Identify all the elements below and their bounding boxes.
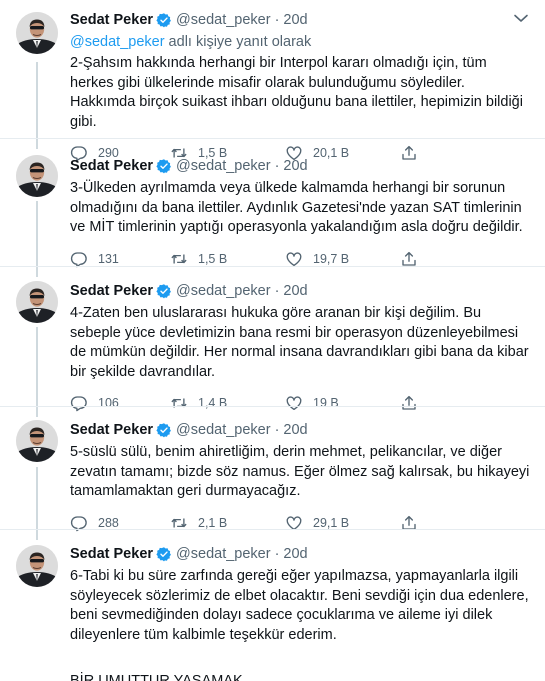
verified-badge-icon	[156, 283, 172, 299]
thread-line	[36, 530, 38, 540]
verified-badge-icon	[156, 12, 172, 28]
separator-dot: ·	[274, 546, 280, 562]
thread-line	[36, 267, 38, 277]
tweet-text: 6-Tabi ki bu süre zarfında gereği eğer y…	[70, 568, 529, 643]
author-name[interactable]: Sedat Peker	[70, 283, 153, 299]
author-name[interactable]: Sedat Peker	[70, 12, 153, 28]
verified-badge-icon	[156, 546, 172, 562]
author-handle[interactable]: @sedat_peker	[176, 422, 271, 438]
thread-line	[36, 139, 38, 149]
separator-dot: ·	[274, 422, 280, 438]
tweet-text: 3-Ülkeden ayrılmamda veya ülkede kalmamd…	[70, 180, 523, 235]
tweet-time[interactable]: 20d	[283, 12, 307, 28]
thread-line	[36, 62, 38, 138]
tweet[interactable]: Sedat Peker @sedat_peker · 20d 4-Zaten b…	[0, 266, 545, 406]
tweet-header: Sedat Peker @sedat_peker · 20d	[70, 544, 531, 564]
tweet-text: 4-Zaten ben uluslararası hukuka göre ara…	[70, 305, 529, 380]
separator-dot: ·	[274, 283, 280, 299]
avatar[interactable]	[16, 420, 58, 462]
avatar[interactable]	[16, 281, 58, 323]
tweet-header: Sedat Peker @sedat_peker · 20d	[70, 156, 531, 176]
tweet-time[interactable]: 20d	[283, 158, 307, 174]
reply-mention-link[interactable]: @sedat_peker	[70, 34, 165, 50]
tweet[interactable]: Sedat Peker @sedat_peker · 20d 6-Tabi ki…	[0, 529, 545, 681]
separator-dot: ·	[274, 158, 280, 174]
thread-line	[36, 327, 38, 407]
avatar[interactable]	[16, 155, 58, 197]
thread-line	[36, 467, 38, 530]
tweet-text: 5-süslü sülü, benim ahiretliğim, derin m…	[70, 444, 530, 499]
tweet[interactable]: Sedat Peker @sedat_peker · 20d @sedat_pe…	[0, 0, 545, 138]
replying-to-text: adlı kişiye yanıt olarak	[164, 34, 312, 50]
share-button[interactable]	[400, 250, 428, 268]
more-options-icon[interactable]	[511, 8, 531, 28]
tweet-time[interactable]: 20d	[283, 546, 307, 562]
reply-button[interactable]: 131	[70, 250, 170, 268]
reply-icon	[70, 250, 88, 268]
timeline: Sedat Peker @sedat_peker · 20d @sedat_pe…	[0, 0, 545, 681]
verified-badge-icon	[156, 158, 172, 174]
retweet-button[interactable]: 1,5 B	[170, 250, 285, 268]
tweet-text: 2-Şahsım hakkında herhangi bir Interpol …	[70, 55, 523, 130]
heart-icon	[285, 250, 303, 268]
retweet-count: 1,5 B	[198, 251, 228, 266]
tweet-header: Sedat Peker @sedat_peker · 20d	[70, 281, 531, 301]
author-name[interactable]: Sedat Peker	[70, 546, 153, 562]
reply-count: 131	[98, 251, 119, 266]
thread-line	[36, 201, 38, 267]
avatar[interactable]	[16, 12, 58, 54]
tweet-header: Sedat Peker @sedat_peker · 20d	[70, 10, 531, 30]
tweet-time[interactable]: 20d	[283, 422, 307, 438]
author-name[interactable]: Sedat Peker	[70, 158, 153, 174]
tweet-time[interactable]: 20d	[283, 283, 307, 299]
author-name[interactable]: Sedat Peker	[70, 422, 153, 438]
like-button[interactable]: 19,7 B	[285, 250, 400, 268]
reply-count: 288	[98, 515, 119, 530]
retweet-icon	[170, 250, 188, 268]
avatar[interactable]	[16, 545, 58, 587]
author-handle[interactable]: @sedat_peker	[176, 12, 271, 28]
verified-badge-icon	[156, 422, 172, 438]
tweet[interactable]: Sedat Peker @sedat_peker · 20d 3-Ülkeden…	[0, 138, 545, 268]
like-count: 29,1 B	[313, 515, 350, 530]
thread-line	[36, 407, 38, 417]
author-handle[interactable]: @sedat_peker	[176, 546, 271, 562]
share-icon	[400, 250, 418, 268]
replying-to: @sedat_peker adlı kişiye yanıt olarak	[70, 32, 531, 52]
author-handle[interactable]: @sedat_peker	[176, 283, 271, 299]
author-handle[interactable]: @sedat_peker	[176, 158, 271, 174]
tweet-signature-text: BİR UMUTTUR YAŞAMAK	[70, 673, 243, 681]
tweet-header: Sedat Peker @sedat_peker · 20d	[70, 420, 531, 440]
separator-dot: ·	[274, 12, 280, 28]
like-count: 19,7 B	[313, 251, 350, 266]
retweet-count: 2,1 B	[198, 515, 228, 530]
tweet[interactable]: Sedat Peker @sedat_peker · 20d 5-süslü s…	[0, 406, 545, 529]
